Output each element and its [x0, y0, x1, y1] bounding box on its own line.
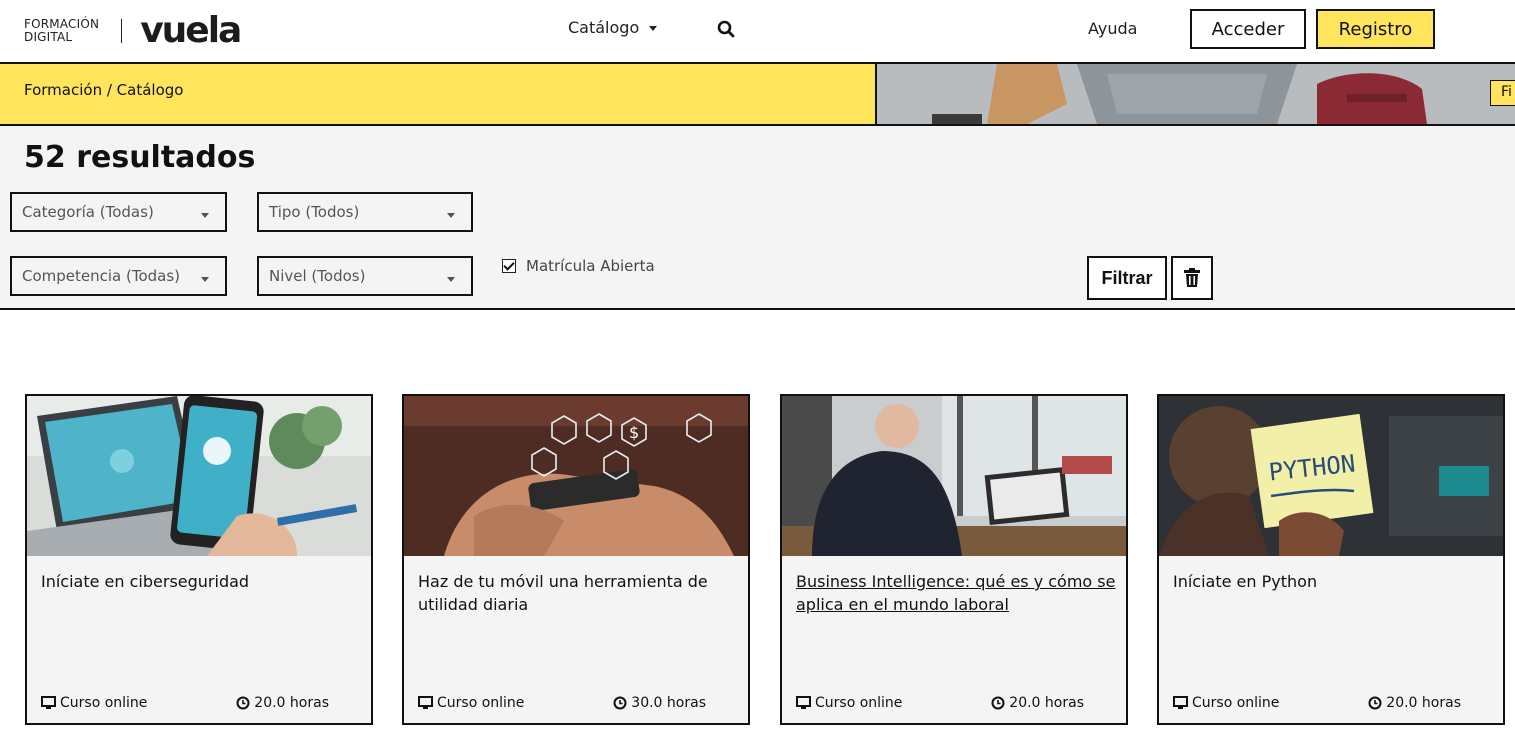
chevron-down-icon: [201, 213, 209, 218]
monitor-icon: [418, 696, 433, 709]
course-hours: 20.0 horas: [236, 695, 329, 711]
trash-icon: [1184, 268, 1200, 287]
checkbox-checked-icon[interactable]: [502, 259, 516, 273]
results-count: 52 resultados: [24, 140, 256, 175]
svg-text:$: $: [629, 423, 639, 442]
course-mode: Curso online: [418, 695, 524, 711]
course-title[interactable]: Haz de tu móvil una herramienta de utili…: [418, 570, 738, 616]
logo-separator: [121, 19, 123, 43]
open-enrollment-checkbox[interactable]: Matrícula Abierta: [502, 257, 655, 275]
course-image: [27, 396, 371, 556]
filter-button[interactable]: Filtrar: [1087, 256, 1167, 300]
chevron-down-icon: [447, 213, 455, 218]
course-title[interactable]: Business Intelligence: qué es y cómo se …: [796, 570, 1116, 616]
banner-tag[interactable]: Fi: [1490, 80, 1515, 106]
monitor-icon: [1173, 696, 1188, 709]
clock-icon: [1368, 696, 1382, 710]
open-enrollment-label: Matrícula Abierta: [526, 257, 655, 275]
register-button[interactable]: Registro: [1316, 9, 1435, 49]
type-select[interactable]: Tipo (Todos): [257, 192, 473, 232]
course-hours: 20.0 horas: [1368, 695, 1461, 711]
page-banner: Formación / Catálogo Fi: [0, 62, 1515, 126]
nav-help-link[interactable]: Ayuda: [1088, 19, 1137, 38]
course-hours: 30.0 horas: [613, 695, 706, 711]
course-title[interactable]: Iníciate en Python: [1173, 570, 1493, 593]
logo-brand: vuela: [140, 10, 242, 51]
clock-icon: [991, 696, 1005, 710]
filter-panel: 52 resultados Categoría (Todas) Tipo (To…: [0, 126, 1515, 310]
monitor-icon: [41, 696, 56, 709]
search-button[interactable]: [715, 18, 737, 40]
nav-catalog-label: Catálogo: [568, 18, 640, 37]
course-card[interactable]: Iníciate en ciberseguridad Curso online …: [25, 394, 373, 725]
category-select[interactable]: Categoría (Todas): [10, 192, 227, 232]
course-image: PYTHON: [1159, 396, 1503, 556]
site-header: FORMACIÓN DIGITAL vuela Catálogo Ayuda A…: [0, 0, 1515, 62]
level-select[interactable]: Nivel (Todos): [257, 256, 473, 296]
search-icon: [717, 20, 735, 38]
monitor-icon: [796, 696, 811, 709]
clock-icon: [613, 696, 627, 710]
course-mode: Curso online: [41, 695, 147, 711]
clear-filters-button[interactable]: [1171, 256, 1213, 300]
course-image: $: [404, 396, 748, 556]
course-card[interactable]: $ Haz de tu móvil una herramienta de uti…: [402, 394, 750, 725]
clock-icon: [236, 696, 250, 710]
banner-image: Fi: [875, 64, 1515, 124]
course-title[interactable]: Iníciate en ciberseguridad: [41, 570, 361, 593]
nav-catalog-dropdown[interactable]: Catálogo: [568, 18, 658, 37]
course-card[interactable]: Business Intelligence: qué es y cómo se …: [780, 394, 1128, 725]
course-mode: Curso online: [796, 695, 902, 711]
chevron-down-icon: [201, 277, 209, 282]
chevron-down-icon: [649, 26, 658, 31]
login-button[interactable]: Acceder: [1190, 9, 1306, 49]
course-image: [782, 396, 1126, 556]
competence-select[interactable]: Competencia (Todas): [10, 256, 227, 296]
chevron-down-icon: [447, 277, 455, 282]
course-mode: Curso online: [1173, 695, 1279, 711]
logo[interactable]: FORMACIÓN DIGITAL vuela: [24, 10, 242, 51]
course-hours: 20.0 horas: [991, 695, 1084, 711]
banner-photo: [877, 64, 1515, 124]
breadcrumb: Formación / Catálogo: [24, 81, 184, 99]
course-card[interactable]: PYTHON Iníciate en Python Curso online 2…: [1157, 394, 1505, 725]
logo-text-small: FORMACIÓN DIGITAL: [24, 17, 100, 44]
